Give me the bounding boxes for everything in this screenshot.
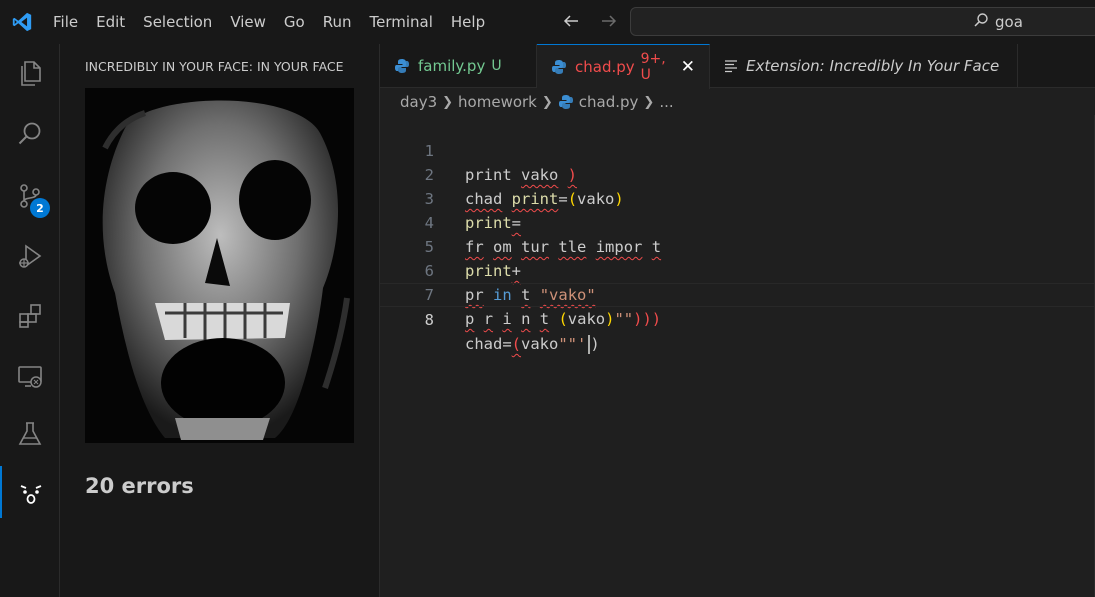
menu-edit[interactable]: Edit [87, 0, 134, 44]
code-line: 1 print vako ) [380, 115, 1095, 184]
code-line: 3 print= [380, 163, 1095, 232]
code-editor[interactable]: 1 print vako ) 2 chad print=(vako) 3 pri… [380, 115, 1095, 597]
menu-terminal[interactable]: Terminal [361, 0, 442, 44]
preview-lines-icon [724, 59, 738, 73]
back-arrow-icon[interactable] [560, 10, 582, 32]
run-debug-icon[interactable] [0, 230, 60, 282]
tab-chad-py[interactable]: chad.py 9+, U ✕ [537, 44, 710, 89]
tab-label: chad.py [575, 58, 635, 76]
menu-view[interactable]: View [221, 0, 275, 44]
in-your-face-panel: INCREDIBLY IN YOUR FACE: IN YOUR FACE 20… [60, 44, 380, 597]
close-icon[interactable]: ✕ [681, 57, 695, 77]
menu-go[interactable]: Go [275, 0, 314, 44]
code-line-current: 8 chad=(vako""') [380, 283, 1095, 354]
tab-label: family.py [418, 57, 486, 75]
vscode-logo-icon [0, 0, 44, 44]
code-line: 7 p r i n t (vako)""))) [380, 259, 1095, 328]
source-control-badge: 2 [30, 198, 50, 218]
menu-run[interactable]: Run [314, 0, 361, 44]
breadcrumb: day3 ❯ homework ❯ chad.py ❯ ... [400, 89, 674, 115]
search-icon [973, 12, 989, 32]
breadcrumb-more[interactable]: ... [659, 93, 673, 111]
editor-tabs: family.py U chad.py 9+, U ✕ Extension: I… [380, 44, 1095, 89]
python-icon [551, 59, 567, 75]
code-text: p r i n t (vako)""))) [465, 310, 662, 328]
activity-bar: 2 [0, 44, 60, 597]
navigation-arrows [560, 10, 620, 32]
python-icon [558, 94, 574, 110]
breadcrumb-day3[interactable]: day3 [400, 93, 437, 111]
menu-selection[interactable]: Selection [134, 0, 221, 44]
chevron-right-icon: ❯ [643, 94, 655, 110]
breadcrumb-file[interactable]: chad.py [579, 93, 639, 111]
code-text: chad=(vako""') [465, 335, 600, 354]
chevron-right-icon: ❯ [442, 94, 454, 110]
error-count: 20 errors [85, 474, 194, 498]
python-icon [394, 58, 410, 74]
tab-label: Extension: Incredibly In Your Face [746, 57, 1000, 75]
tab-git-status: U [491, 58, 502, 74]
menu-help[interactable]: Help [442, 0, 494, 44]
command-center-text: goa [995, 13, 1023, 31]
breadcrumb-homework[interactable]: homework [458, 93, 537, 111]
tab-problem-status: 9+, U [640, 51, 666, 83]
extensions-icon[interactable] [0, 290, 60, 342]
menu-file[interactable]: File [44, 0, 87, 44]
tab-family-py[interactable]: family.py U [380, 44, 537, 88]
tab-extension-in-your-face[interactable]: Extension: Incredibly In Your Face [710, 44, 1018, 88]
screaming-skull-image [85, 88, 354, 443]
panel-title: INCREDIBLY IN YOUR FACE: IN YOUR FACE [85, 59, 344, 74]
menu-bar: File Edit Selection View Go Run Terminal… [44, 0, 494, 44]
explorer-icon[interactable] [0, 47, 60, 99]
source-control-icon[interactable]: 2 [0, 170, 60, 222]
line-number: 8 [424, 311, 434, 329]
flask-icon[interactable] [0, 408, 60, 460]
search-icon[interactable] [0, 108, 60, 160]
command-center-search[interactable]: goa [630, 7, 1095, 36]
title-bar: File Edit Selection View Go Run Terminal… [0, 0, 1095, 44]
code-line: 4 fr om tur tle impor t [380, 187, 1095, 256]
chevron-right-icon: ❯ [541, 94, 553, 110]
shocked-face-icon[interactable] [0, 466, 60, 518]
remote-explorer-icon[interactable] [0, 350, 60, 402]
code-line: 5 print+ [380, 211, 1095, 280]
code-line: 2 chad print=(vako) [380, 139, 1095, 208]
forward-arrow-icon[interactable] [598, 10, 620, 32]
code-line: 6 pr in t "vako" [380, 235, 1095, 304]
